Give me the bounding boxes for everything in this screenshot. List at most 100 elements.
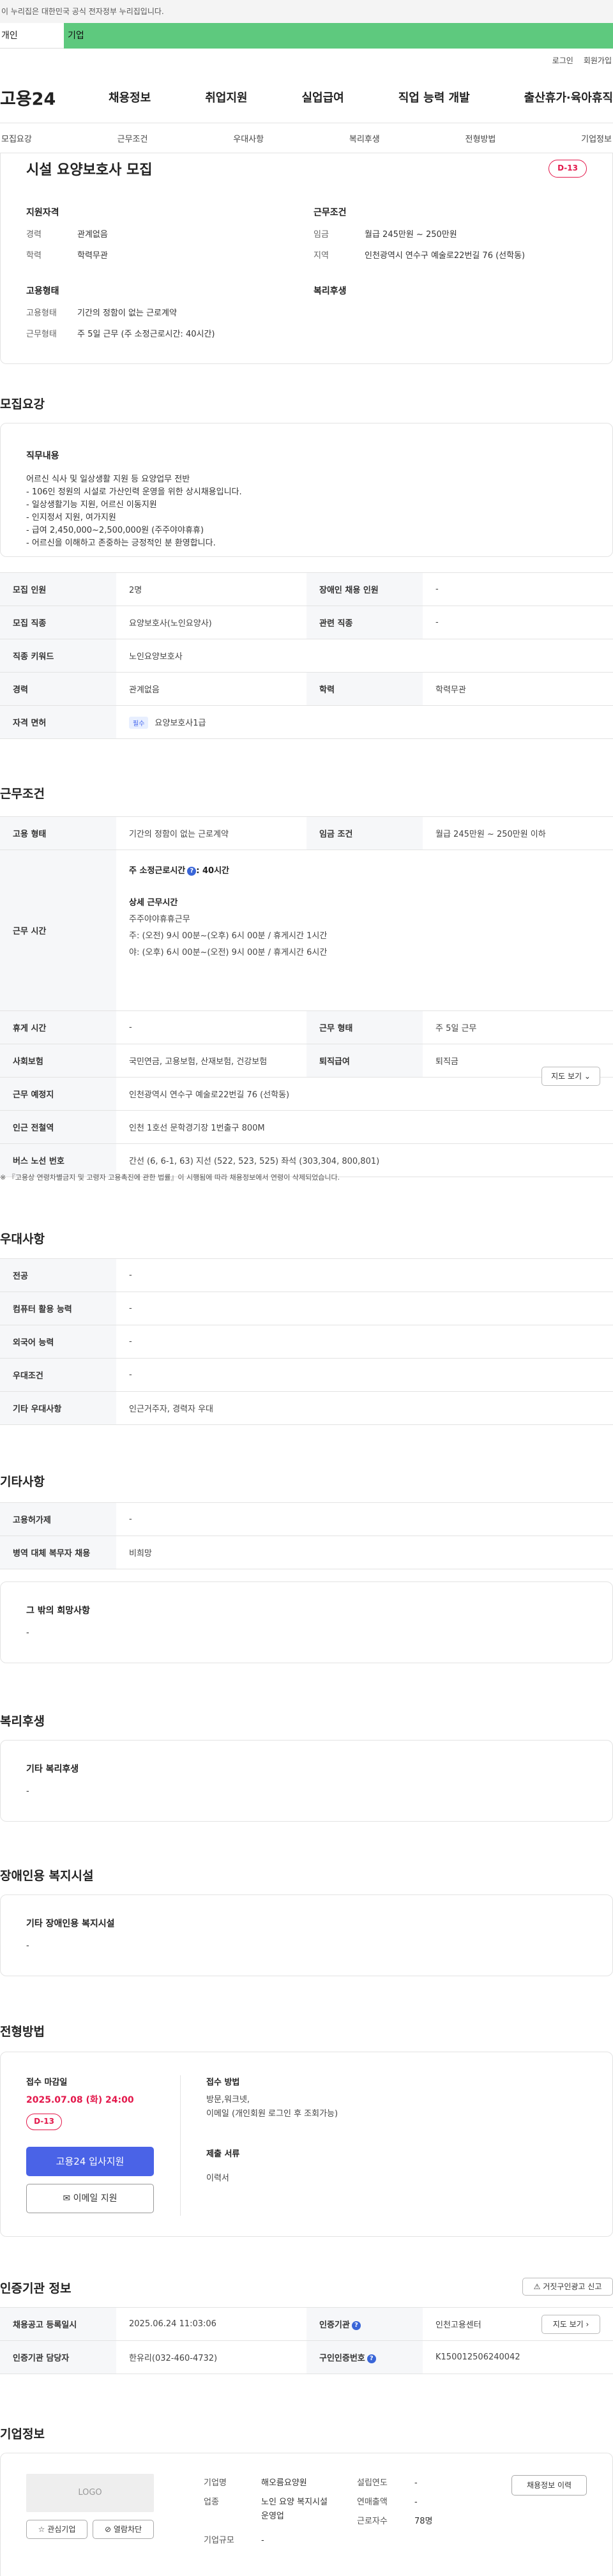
section-nav-selection[interactable]: 전형방법 <box>465 132 496 144</box>
table-key: 경력 <box>0 672 116 706</box>
chevron-down-icon: ⌄ <box>584 1072 591 1081</box>
welfare-box-value: - <box>26 1787 29 1796</box>
table-key: 학력 <box>306 672 423 706</box>
section-nav-work[interactable]: 근무조건 <box>117 132 148 144</box>
company-industry-value: 노인 요양 복지시설 운영업 <box>261 2497 328 2521</box>
required-badge: 필수 <box>129 716 149 729</box>
emp-type-value: 기간의 정함이 없는 근로계약 <box>77 309 177 318</box>
welfare-heading: 복리후생 <box>314 286 347 296</box>
table-key: 외국어 능력 <box>0 1325 116 1359</box>
section-title-selection: 전형방법 <box>0 2025 45 2039</box>
report-fake-ad-button[interactable]: ⚠ 거짓구인광고 신고 <box>522 2278 613 2296</box>
table-value: 2025.06.24 11:03:06 <box>116 2307 306 2341</box>
qual-edu-value: 학력무관 <box>77 251 108 261</box>
table-row: 외국어 능력 - <box>0 1325 613 1359</box>
weekly-hours: 주 소정근로시간?: 40시간 <box>129 863 600 880</box>
company-sales-value: - <box>414 2497 418 2507</box>
detail-hours-line: 주: (오전) 9시 00분~(오후) 6시 00분 / 휴게시간 1시간 <box>129 931 328 941</box>
table-value: 한유리(032-460-4732) <box>116 2340 306 2374</box>
table-row: 고용 형태 기간의 정함이 없는 근로계약 임금 조건 월급 245만원 ~ 2… <box>0 816 613 850</box>
recruit-table: 모집 인원 2명 장애인 채용 인원 - 모집 직종 요양보호사(노인요양사) … <box>0 572 613 739</box>
conditions-heading: 근무조건 <box>314 208 347 218</box>
gnb-item-employment-support[interactable]: 취업지원 <box>205 89 247 105</box>
block-view-button[interactable]: ⊘ 열람차단 <box>93 2520 154 2539</box>
table-key: 임금 조건 <box>306 816 423 850</box>
section-nav-recruit[interactable]: 모집요강 <box>1 132 32 144</box>
table-value: 국민연금, 고용보험, 산재보험, 건강보험 <box>116 1044 306 1078</box>
duty-box: 직무내용 어르신 식사 및 일상생활 지원 등 요양업무 전반 - 106인 정… <box>0 423 613 557</box>
summary-welfare: 복리후생 <box>314 284 347 306</box>
weekly-hours-value: : 40시간 <box>196 866 229 876</box>
login-link[interactable]: 로그인 <box>552 55 573 66</box>
docs-label: 제출 서류 <box>206 2149 240 2159</box>
license-value: 요양보호사1급 <box>155 718 206 728</box>
chevron-right-icon: › <box>586 2320 589 2329</box>
table-key: 퇴직급여 <box>306 1044 423 1078</box>
method-value: 방문,워크넷, 이메일 (개인회원 로그인 후 조회가능) <box>206 2095 338 2119</box>
table-row: 휴게 시간 - 근무 형태 주 5일 근무 <box>0 1010 613 1044</box>
job-history-button[interactable]: 채용정보 이력 <box>511 2475 587 2496</box>
table-row: 경력 관계없음 학력 학력무관 <box>0 672 613 706</box>
table-key: 근무 시간 <box>0 850 116 1011</box>
method-label: 접수 방법 <box>206 2078 240 2087</box>
disabled-box-heading: 기타 장애인용 복지시설 <box>26 1919 115 1929</box>
deadline-value: 2025.07.08 (화) 24:00 <box>26 2095 134 2105</box>
table-row: 전공 - <box>0 1258 613 1292</box>
utility-links: 로그인 회원가입 <box>0 49 613 72</box>
cert-no-label: 구인인증번호 <box>319 2354 365 2363</box>
section-nav-company[interactable]: 기업정보 <box>581 132 612 144</box>
job-summary-card: 시설 요양보호사 모집 D-13 지원자격 경력 관계없음 학력 학력무관 근무조건… <box>0 153 613 364</box>
gnb-item-skills[interactable]: 직업 능력 개발 <box>398 89 470 105</box>
section-nav: 모집요강 근무조건 우대사항 복리후생 전형방법 기업정보 <box>0 123 613 153</box>
favorite-company-label: 관심기업 <box>47 2525 76 2534</box>
table-key: 인증기관? <box>306 2307 423 2341</box>
employment-heading: 고용형태 <box>26 286 59 296</box>
info-icon[interactable]: ? <box>351 2321 361 2330</box>
gnb-item-unemployment-benefit[interactable]: 실업급여 <box>302 89 344 105</box>
info-icon[interactable]: ? <box>187 866 197 876</box>
table-row: 직종 키워드 노인요양보호사 <box>0 639 613 673</box>
join-link[interactable]: 회원가입 <box>584 55 612 66</box>
map-button[interactable]: 지도 보기 ⌄ <box>541 1067 600 1086</box>
table-value: 기간의 정함이 없는 근로계약 <box>116 816 306 850</box>
global-nav: 고용24 채용정보 취업지원 실업급여 직업 능력 개발 출산휴가·육아휴직 <box>0 72 613 123</box>
site-logo[interactable]: 고용24 <box>0 85 109 110</box>
table-key: 고용허가제 <box>0 1502 116 1536</box>
table-key: 근무 예정지 <box>0 1077 116 1111</box>
table-value: 관계없음 <box>116 672 306 706</box>
table-key: 사회보험 <box>0 1044 116 1078</box>
work-time-cell: 주 소정근로시간?: 40시간 상세 근무시간 주주야야휴휴근무 주: (오전)… <box>116 850 613 1011</box>
section-title-work: 근무조건 <box>0 787 45 801</box>
company-founded-value: - <box>414 2478 418 2488</box>
tab-corporate[interactable]: 기업 <box>64 23 613 49</box>
disabled-box-value: - <box>26 1941 29 1951</box>
agency-map-button[interactable]: 지도 보기 › <box>541 2315 600 2334</box>
block-icon: ⊘ <box>104 2525 112 2534</box>
table-value: 인천광역시 연수구 예술로22번길 76 (선학동) <box>116 1077 613 1111</box>
tab-personal[interactable]: 개인 <box>0 23 64 49</box>
gnb-item-parental-leave[interactable]: 출산휴가·육아휴직 <box>524 89 613 105</box>
section-title-agency: 인증기관 정보 <box>0 2282 72 2296</box>
company-industry-label: 업종 <box>204 2497 219 2507</box>
info-icon[interactable]: ? <box>367 2354 376 2363</box>
table-key: 장애인 채용 인원 <box>306 572 423 606</box>
section-nav-welfare[interactable]: 복리후생 <box>349 132 380 144</box>
table-row: 기타 우대사항 인근거주자, 경력자 우대 <box>0 1391 613 1425</box>
gnb-item-jobs[interactable]: 채용정보 <box>109 89 151 105</box>
etc-table: 고용허가제 - 병역 대체 복무자 채용 비희망 <box>0 1502 613 1569</box>
table-key: 채용공고 등록일시 <box>0 2307 116 2341</box>
email-apply-button[interactable]: ✉ 이메일 지원 <box>26 2184 154 2213</box>
company-values-1: 해오름요양원 노인 요양 복지시설 운영업 - <box>261 2474 338 2550</box>
other-wish-heading: 그 밖의 희망사항 <box>26 1606 90 1616</box>
apply-button[interactable]: 고용24 입사지원 <box>26 2147 154 2176</box>
divider <box>180 2075 181 2216</box>
table-row: 컴퓨터 활용 능력 - <box>0 1292 613 1325</box>
disabled-box: 기타 장애인용 복지시설 - <box>0 1894 613 1976</box>
mail-icon: ✉ <box>63 2193 71 2204</box>
table-row: 모집 인원 2명 장애인 채용 인원 - <box>0 572 613 606</box>
section-nav-pref[interactable]: 우대사항 <box>233 132 264 144</box>
table-value: - <box>423 606 613 639</box>
favorite-company-button[interactable]: ☆ 관심기업 <box>26 2520 87 2539</box>
company-logo: LOGO <box>26 2474 154 2512</box>
emp-form-label: 근무형태 <box>26 330 57 339</box>
